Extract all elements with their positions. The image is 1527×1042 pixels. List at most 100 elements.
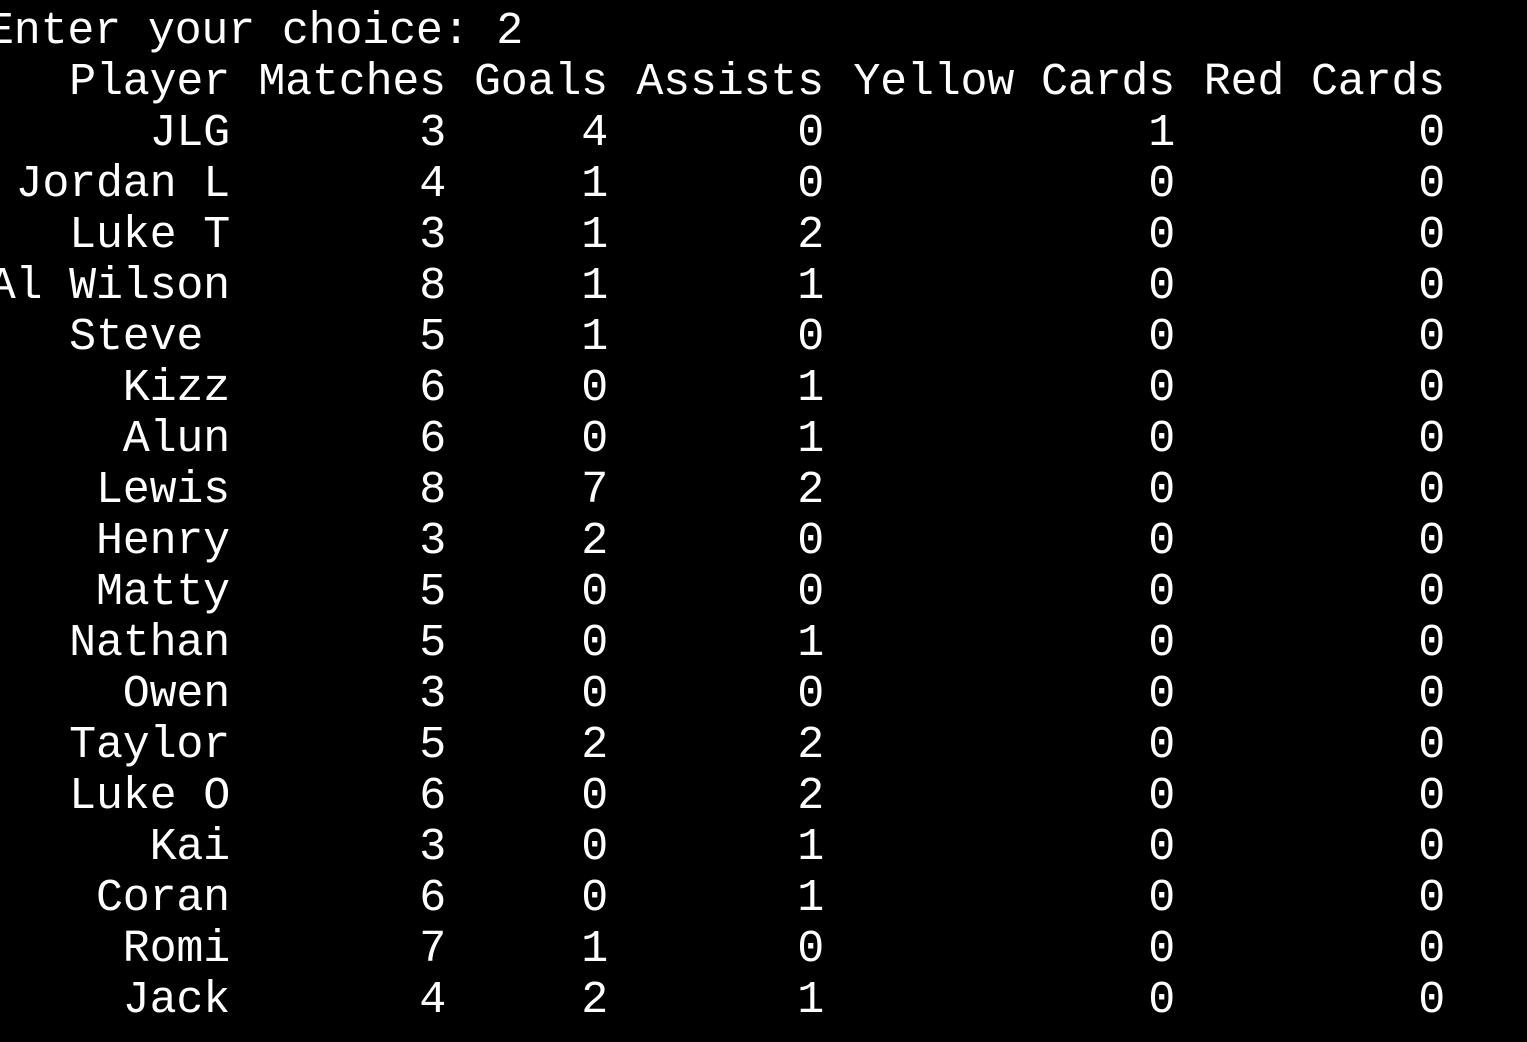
header-yellow-cards: Yellow Cards [853,57,1175,108]
cell-assists: 1 [797,261,824,312]
cell-player: Nathan [69,618,230,669]
cell-player: Coran [95,873,230,924]
cell-matches: 7 [419,924,446,975]
prompt-value[interactable]: 2 [496,6,523,57]
cell-goals: 0 [581,414,608,465]
header-red-cards: Red Cards [1203,57,1445,108]
table-row: Nathan 5 0 1 0 0 [0,618,1527,669]
cell-player: Luke O [69,771,230,822]
cell-assists: 2 [797,210,824,261]
cell-yellow-cards: 0 [1148,822,1175,873]
cell-yellow-cards: 0 [1148,363,1175,414]
cell-yellow-cards: 0 [1148,567,1175,618]
cell-assists: 0 [797,567,824,618]
table-row: Taylor 5 2 2 0 0 [0,720,1527,771]
cell-yellow-cards: 0 [1148,618,1175,669]
cell-red-cards: 0 [1418,669,1445,720]
cell-goals: 1 [581,210,608,261]
cell-red-cards: 0 [1418,720,1445,771]
table-row: Jordan L 4 1 0 0 0 [0,159,1527,210]
cell-player: Alun [122,414,230,465]
cell-goals: 0 [581,822,608,873]
cell-matches: 5 [419,312,446,363]
cell-goals: 2 [581,975,608,1026]
cell-matches: 3 [419,669,446,720]
cell-assists: 1 [797,618,824,669]
cell-player: Steve [69,312,230,363]
terminal-window[interactable]: Enter your choice: 2 Player Matches Goals A… [0,0,1527,1042]
cell-assists: 0 [797,924,824,975]
cell-assists: 2 [797,771,824,822]
cell-matches: 3 [419,822,446,873]
cell-yellow-cards: 0 [1148,261,1175,312]
cell-player: Kai [149,822,231,873]
cell-red-cards: 0 [1418,975,1445,1026]
cell-matches: 6 [419,771,446,822]
cell-red-cards: 0 [1418,312,1445,363]
cell-goals: 1 [581,924,608,975]
cell-yellow-cards: 0 [1148,210,1175,261]
cell-player: Al Wilson [0,261,230,312]
cell-player: Jordan L [15,159,231,210]
cell-assists: 1 [797,414,824,465]
table-row: Henry 3 2 0 0 0 [0,516,1527,567]
choice-prompt: Enter your choice: 2 [0,6,523,57]
cell-matches: 3 [419,108,446,159]
cell-matches: 6 [419,414,446,465]
table-row: Luke O 6 0 2 0 0 [0,771,1527,822]
cell-red-cards: 0 [1418,873,1445,924]
cell-goals: 7 [581,465,608,516]
prompt-label: Enter your choice: [0,6,497,57]
cell-goals: 4 [581,108,608,159]
cell-goals: 0 [581,771,608,822]
cell-yellow-cards: 1 [1148,108,1175,159]
cell-matches: 5 [419,720,446,771]
cell-assists: 2 [797,465,824,516]
cell-yellow-cards: 0 [1148,720,1175,771]
cell-matches: 8 [419,465,446,516]
cell-red-cards: 0 [1418,261,1445,312]
table-row: Kizz 6 0 1 0 0 [0,363,1527,414]
cell-goals: 0 [581,618,608,669]
cell-yellow-cards: 0 [1148,924,1175,975]
table-row: Coran 6 0 1 0 0 [0,873,1527,924]
cell-player: Lewis [95,465,230,516]
table-row: Owen 3 0 0 0 0 [0,669,1527,720]
cell-goals: 1 [581,159,608,210]
cell-assists: 0 [797,312,824,363]
cell-player: JLG [149,108,231,159]
table-row: JLG 3 4 0 1 0 [0,108,1527,159]
cell-yellow-cards: 0 [1148,414,1175,465]
cell-matches: 6 [419,363,446,414]
table-row: Steve 5 1 0 0 0 [0,312,1527,363]
cell-player: Luke T [69,210,230,261]
cell-assists: 1 [797,822,824,873]
cell-goals: 0 [581,363,608,414]
cell-player: Henry [95,516,230,567]
cell-player: Jack [122,975,230,1026]
header-goals: Goals [473,57,608,108]
cell-red-cards: 0 [1418,159,1445,210]
cell-red-cards: 0 [1418,108,1445,159]
cell-matches: 6 [419,873,446,924]
cell-matches: 5 [419,567,446,618]
cell-goals: 0 [581,873,608,924]
cell-matches: 3 [419,516,446,567]
cell-player: Romi [122,924,230,975]
cell-player: Kizz [122,363,230,414]
cell-red-cards: 0 [1418,516,1445,567]
table-row: Al Wilson 8 1 1 0 0 [0,261,1527,312]
table-row: Kai 3 0 1 0 0 [0,822,1527,873]
cell-red-cards: 0 [1418,771,1445,822]
cell-goals: 1 [581,261,608,312]
header-matches: Matches [258,57,446,108]
table-row: Romi 7 1 0 0 0 [0,924,1527,975]
cell-goals: 1 [581,312,608,363]
cell-assists: 1 [797,363,824,414]
cell-player: Taylor [69,720,230,771]
cell-matches: 5 [419,618,446,669]
cell-goals: 2 [581,720,608,771]
cell-goals: 2 [581,516,608,567]
cell-goals: 0 [581,669,608,720]
cell-goals: 0 [581,567,608,618]
